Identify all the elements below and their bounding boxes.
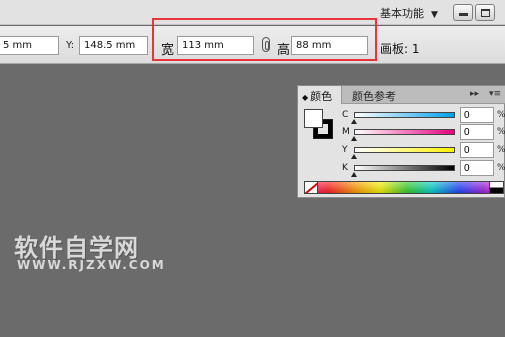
color-panel-tabs: ◆ 颜色 颜色参考 ▸▸ ▾≡ bbox=[298, 86, 505, 104]
collapse-panel-icon[interactable]: ▸▸ bbox=[470, 89, 479, 99]
yellow-slider-handle[interactable] bbox=[351, 154, 357, 159]
black-value-field[interactable] bbox=[460, 160, 494, 176]
cyan-label: C bbox=[342, 110, 349, 120]
fill-swatch[interactable] bbox=[304, 109, 323, 128]
tab-color-guide[interactable]: 颜色参考 bbox=[348, 86, 410, 104]
minimize-button[interactable] bbox=[453, 4, 473, 21]
black-slider-handle[interactable] bbox=[351, 172, 357, 177]
panel-menu-icon[interactable]: ▾≡ bbox=[489, 89, 501, 99]
none-swatch-icon[interactable] bbox=[305, 182, 318, 193]
y-position-field[interactable] bbox=[79, 36, 148, 55]
black-unit: % bbox=[497, 163, 505, 173]
magenta-slider[interactable] bbox=[354, 129, 455, 135]
minimize-icon bbox=[458, 13, 468, 16]
black-white-swatch-icon[interactable] bbox=[489, 182, 503, 193]
workspace-switcher[interactable]: 基本功能 ▼ bbox=[380, 5, 438, 21]
cyan-value-field[interactable] bbox=[460, 107, 494, 123]
magenta-value-field[interactable] bbox=[460, 124, 494, 140]
magenta-slider-handle[interactable] bbox=[351, 136, 357, 141]
tab-color-guide-label: 颜色参考 bbox=[352, 90, 396, 103]
yellow-label: Y bbox=[342, 145, 348, 155]
watermark-url: WWW.RJZXW.COM bbox=[17, 258, 166, 272]
x-position-field[interactable] bbox=[0, 36, 59, 55]
cyan-slider[interactable] bbox=[354, 112, 455, 118]
panel-toggle-icon: ◆ bbox=[302, 93, 309, 102]
cyan-unit: % bbox=[497, 110, 505, 120]
chevron-down-icon: ▼ bbox=[431, 10, 438, 20]
cyan-slider-handle[interactable] bbox=[351, 119, 357, 124]
artboard-label: 画板: 1 bbox=[380, 42, 420, 56]
size-fields-highlight bbox=[152, 18, 377, 61]
tab-color-label: 颜色 bbox=[310, 90, 333, 103]
workspace-label: 基本功能 bbox=[380, 7, 424, 20]
magenta-label: M bbox=[342, 127, 350, 137]
magenta-unit: % bbox=[497, 127, 505, 137]
black-label: K bbox=[342, 163, 348, 173]
maximize-icon bbox=[480, 8, 490, 17]
yellow-unit: % bbox=[497, 145, 505, 155]
tab-color[interactable]: ◆ 颜色 bbox=[298, 86, 342, 104]
maximize-button[interactable] bbox=[475, 4, 495, 21]
yellow-value-field[interactable] bbox=[460, 142, 494, 158]
y-position-label: Y: bbox=[66, 40, 75, 51]
color-panel: ◆颜色 颜色参考 ▸▸ ▾≡ C % M % Y % K % bbox=[297, 85, 505, 198]
black-slider[interactable] bbox=[354, 165, 455, 171]
yellow-slider[interactable] bbox=[354, 147, 455, 153]
window-controls bbox=[453, 4, 505, 21]
color-spectrum-ramp[interactable] bbox=[304, 181, 504, 194]
